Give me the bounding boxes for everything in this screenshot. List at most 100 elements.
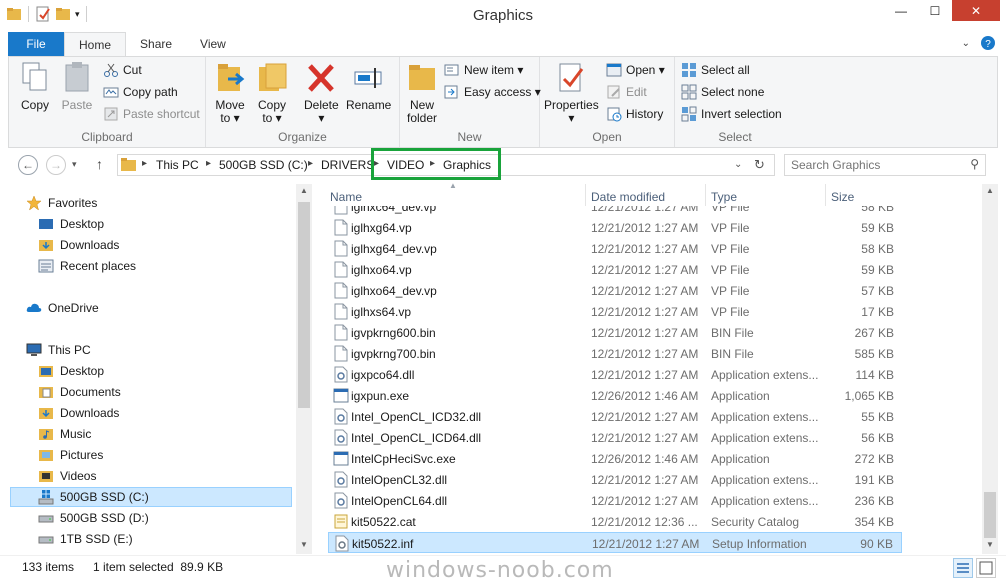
rename-button[interactable]: Rename bbox=[346, 61, 391, 112]
select-all-button[interactable]: Select all bbox=[681, 61, 750, 79]
cut-button[interactable]: Cut bbox=[103, 61, 142, 79]
tab-share[interactable]: Share bbox=[126, 32, 186, 56]
column-date-modified[interactable]: Date modified bbox=[591, 190, 665, 204]
nav-thispc-500gb-ssd-d[interactable]: 500GB SSD (D:) bbox=[38, 508, 149, 528]
file-row[interactable]: IntelOpenCL32.dll 12/21/2012 1:27 AM Appli… bbox=[328, 469, 902, 490]
file-row[interactable]: igxpun.exe 12/26/2012 1:46 AM Application 1… bbox=[328, 385, 902, 406]
help-icon[interactable]: ? bbox=[980, 35, 996, 51]
minimize-button[interactable]: — bbox=[884, 0, 918, 21]
nav-favorites[interactable]: Favorites bbox=[26, 193, 97, 213]
edit-button[interactable]: Edit bbox=[606, 83, 647, 101]
search-input[interactable] bbox=[791, 156, 961, 174]
column-separator[interactable] bbox=[585, 184, 586, 206]
file-list-scrollbar-thumb[interactable] bbox=[984, 492, 996, 538]
nav-scrollbar[interactable]: ▲ ▼ bbox=[296, 184, 312, 554]
recent-locations-icon[interactable]: ▾ bbox=[72, 159, 77, 170]
history-button[interactable]: History bbox=[606, 105, 663, 123]
nav-thispc-desktop[interactable]: Desktop bbox=[38, 361, 104, 381]
nav-thispc-1tb-ssd-e[interactable]: 1TB SSD (E:) bbox=[38, 529, 133, 549]
breadcrumb-500gb-ssd-c[interactable]: 500GB SSD (C:) bbox=[219, 158, 308, 172]
file-row[interactable]: kit50522.cat 12/21/2012 12:36 ... Security… bbox=[328, 511, 902, 532]
tab-view[interactable]: View bbox=[186, 32, 240, 56]
copy-to-button[interactable]: Copy to ▾ bbox=[256, 61, 288, 125]
file-row[interactable]: iglhxo64_dev.vp 12/21/2012 1:27 AM VP File… bbox=[328, 280, 902, 301]
scroll-down-icon[interactable]: ▼ bbox=[986, 540, 994, 549]
file-date-modified: 12/21/2012 1:27 AM bbox=[591, 326, 699, 340]
search-box[interactable]: ⚲ bbox=[784, 154, 986, 176]
open-button[interactable]: Open ▾ bbox=[606, 61, 665, 79]
nav-favorites-desktop[interactable]: Desktop bbox=[38, 214, 104, 234]
column-separator[interactable] bbox=[705, 184, 706, 206]
copy-button[interactable]: Copy bbox=[19, 61, 51, 112]
large-icons-view-button[interactable] bbox=[976, 558, 996, 578]
select-none-button[interactable]: Select none bbox=[681, 83, 764, 101]
copy-path-button[interactable]: Copy path bbox=[103, 83, 178, 101]
breadcrumb-drivers[interactable]: DRIVERS bbox=[321, 158, 374, 172]
delete-button[interactable]: Delete ▾ bbox=[304, 61, 339, 125]
file-row[interactable]: igvpkrng700.bin 12/21/2012 1:27 AM BIN Fil… bbox=[328, 343, 902, 364]
scroll-up-icon[interactable]: ▲ bbox=[300, 186, 308, 195]
nav-this-pc[interactable]: This PC bbox=[26, 340, 91, 360]
breadcrumb-separator[interactable]: ▸ bbox=[308, 158, 313, 169]
address-history-icon[interactable]: ⌄ bbox=[734, 159, 742, 170]
maximize-button[interactable]: ☐ bbox=[918, 0, 952, 21]
nav-thispc-music[interactable]: Music bbox=[38, 424, 91, 444]
refresh-icon[interactable]: ↻ bbox=[754, 157, 765, 173]
details-view-button[interactable] bbox=[953, 558, 973, 578]
details-view-icon bbox=[957, 563, 969, 573]
expand-ribbon-icon[interactable]: ⌄ bbox=[962, 38, 970, 49]
column-type[interactable]: Type bbox=[711, 190, 737, 204]
file-row[interactable]: IntelCpHeciSvc.exe 12/26/2012 1:46 AM Appl… bbox=[328, 448, 902, 469]
column-name[interactable]: Name bbox=[330, 190, 362, 204]
breadcrumb-separator[interactable]: ▸ bbox=[206, 158, 211, 169]
properties-button[interactable]: Properties ▾ bbox=[544, 61, 599, 125]
file-row[interactable]: iglhxg64_dev.vp 12/21/2012 1:27 AM VP File… bbox=[328, 238, 902, 259]
back-button[interactable]: ← bbox=[18, 155, 38, 175]
paste-shortcut-button[interactable]: Paste shortcut bbox=[103, 105, 200, 123]
nav-thispc-pictures[interactable]: Pictures bbox=[38, 445, 103, 465]
file-row[interactable]: igxpco64.dll 12/21/2012 1:27 AM Applicatio… bbox=[328, 364, 902, 385]
nav-onedrive[interactable]: OneDrive bbox=[26, 298, 99, 318]
nav-thispc-videos[interactable]: Videos bbox=[38, 466, 96, 486]
file-list-scrollbar[interactable]: ▲ ▼ bbox=[982, 184, 998, 554]
column-size[interactable]: Size bbox=[831, 190, 854, 204]
tab-home[interactable]: Home bbox=[64, 32, 127, 57]
scroll-down-icon[interactable]: ▼ bbox=[300, 540, 308, 549]
file-row[interactable]: Intel_OpenCL_ICD64.dll 12/21/2012 1:27 AM… bbox=[328, 427, 902, 448]
nav-favorites-recent-places[interactable]: Recent places bbox=[38, 256, 136, 276]
new-folder-button[interactable]: New folder bbox=[406, 61, 438, 125]
up-arrow-icon[interactable]: ↑ bbox=[96, 156, 103, 172]
forward-button[interactable]: → bbox=[46, 155, 66, 175]
recent-places-icon bbox=[38, 259, 54, 273]
invert-selection-button[interactable]: Invert selection bbox=[681, 105, 782, 123]
easy-access-button[interactable]: Easy access ▾ bbox=[444, 83, 541, 101]
file-row[interactable]: IntelOpenCL64.dll 12/21/2012 1:27 AM Appli… bbox=[328, 490, 902, 511]
new-item-button[interactable]: New item ▾ bbox=[444, 61, 523, 79]
nav-thispc-500gb-ssd-c[interactable]: 500GB SSD (C:) bbox=[10, 487, 292, 507]
scroll-up-icon[interactable]: ▲ bbox=[986, 186, 994, 195]
column-separator[interactable] bbox=[825, 184, 826, 206]
breadcrumb-this-pc[interactable]: This PC bbox=[156, 158, 199, 172]
nav-thispc-documents[interactable]: Documents bbox=[38, 382, 121, 402]
nav-label: Desktop bbox=[60, 217, 105, 231]
nav-favorites-downloads[interactable]: Downloads bbox=[38, 235, 119, 255]
file-row[interactable]: iglhxo64.vp 12/21/2012 1:27 AM VP File 59 K… bbox=[328, 259, 902, 280]
file-row[interactable]: iglhxg64.vp 12/21/2012 1:27 AM VP File 59 K… bbox=[328, 217, 902, 238]
file-row[interactable]: iglhxs64.vp 12/21/2012 1:27 AM VP File 17 K… bbox=[328, 301, 902, 322]
file-date-modified: 12/21/2012 1:27 AM bbox=[591, 473, 699, 487]
nav-label: Desktop bbox=[60, 364, 105, 378]
file-row[interactable]: igvpkrng600.bin 12/21/2012 1:27 AM BIN Fil… bbox=[328, 322, 902, 343]
paste-button[interactable]: Paste bbox=[61, 61, 93, 112]
selection-info: 1 item selected 89.9 KB bbox=[93, 560, 224, 574]
file-row[interactable]: iglhxc64_dev.vp 12/21/2012 1:27 AM VP File… bbox=[328, 206, 902, 217]
search-icon[interactable]: ⚲ bbox=[970, 157, 979, 171]
breadcrumb-separator[interactable]: ▸ bbox=[142, 158, 147, 169]
tab-file[interactable]: File bbox=[8, 32, 64, 56]
paste-label: Paste bbox=[61, 98, 93, 112]
file-row[interactable]: Intel_OpenCL_ICD32.dll 12/21/2012 1:27 AM… bbox=[328, 406, 902, 427]
nav-scrollbar-thumb[interactable] bbox=[298, 202, 310, 408]
close-button[interactable]: ✕ bbox=[952, 0, 1000, 21]
move-to-button[interactable]: Move to ▾ bbox=[214, 61, 246, 125]
file-row[interactable]: kit50522.inf 12/21/2012 1:27 AM Setup Info… bbox=[328, 532, 902, 553]
nav-thispc-downloads[interactable]: Downloads bbox=[38, 403, 119, 423]
